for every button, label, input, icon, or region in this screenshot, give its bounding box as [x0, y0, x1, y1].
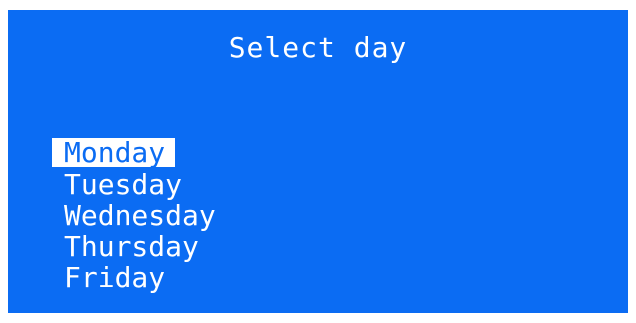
menu-item-wednesday[interactable]: Wednesday: [52, 200, 226, 231]
menu-item-thursday[interactable]: Thursday: [52, 231, 209, 262]
menu-item-friday[interactable]: Friday: [52, 262, 175, 293]
lcd-screen: Select day Monday Tuesday Wednesday Thur…: [8, 10, 628, 313]
day-menu: Monday Tuesday Wednesday Thursday Friday: [52, 138, 226, 293]
menu-item-monday[interactable]: Monday: [52, 138, 176, 167]
menu-item-tuesday[interactable]: Tuesday: [52, 169, 192, 200]
screen-title: Select day: [228, 31, 408, 64]
